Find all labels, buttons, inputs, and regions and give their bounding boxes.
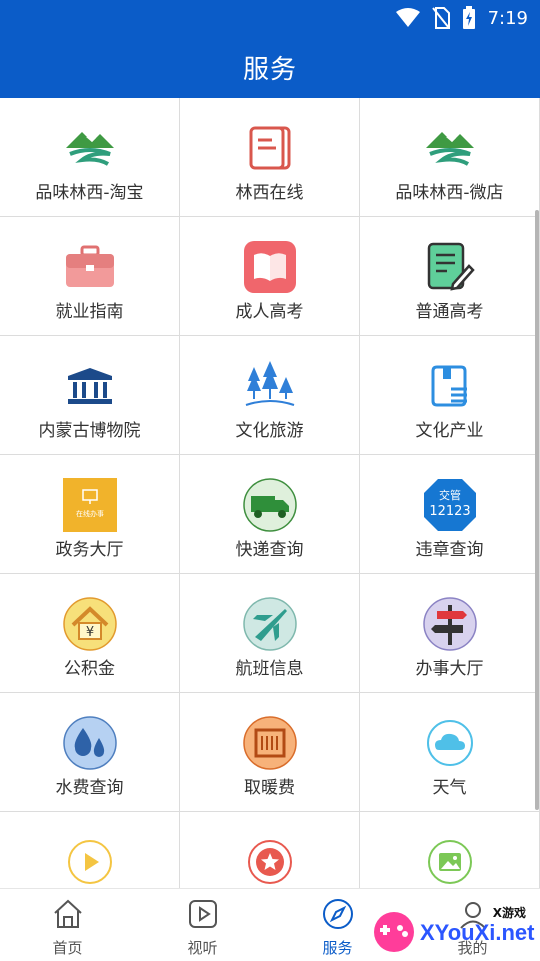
nav-label: 首页 [52, 939, 83, 957]
service-label: 公积金 [64, 659, 115, 679]
services-grid: 品味林西-淘宝 林西在线 品味林西-微店 就业指南 成人高考 普通高考 内蒙古博… [0, 98, 540, 888]
gamepad-logo-icon [374, 912, 414, 952]
svg-text:¥: ¥ [85, 625, 93, 640]
service-tile[interactable]: 天气 [360, 693, 539, 811]
heater-icon [242, 715, 298, 771]
service-tile[interactable]: 快递查询 [180, 455, 359, 573]
image-circle-icon [422, 834, 478, 888]
service-label: 内蒙古博物院 [38, 421, 141, 441]
house-yuan-icon: ¥ [62, 596, 118, 652]
service-label: 政务大厅 [55, 540, 124, 560]
service-label: 品味林西-淘宝 [35, 183, 144, 203]
mountain-logo-icon [422, 120, 478, 176]
delivery-truck-icon [242, 477, 298, 533]
news-doc-icon [242, 120, 298, 176]
service-label: 普通高考 [415, 302, 484, 322]
wifi-icon [395, 8, 420, 27]
nav-home[interactable]: 首页 [0, 889, 135, 961]
service-tile[interactable]: 成人高考 [180, 217, 359, 335]
service-label: 就业指南 [55, 302, 124, 322]
app-bar: 服务 [0, 36, 540, 98]
document-list-icon [422, 358, 478, 414]
service-tile[interactable]: 在线办事 政务大厅 [0, 455, 179, 573]
service-label: 办事大厅 [415, 659, 484, 679]
nav-label: 视听 [187, 939, 218, 957]
service-tile[interactable]: 就业指南 [0, 217, 179, 335]
service-label: 成人高考 [235, 302, 304, 322]
service-tile[interactable]: 林西在线 [180, 98, 359, 216]
traffic-badge-top: 交管 [439, 488, 461, 502]
scrollbar[interactable] [535, 210, 539, 810]
service-tile[interactable]: 办事大厅 [360, 574, 539, 692]
service-tile[interactable]: 取暖费 [180, 693, 359, 811]
traffic-badge-number: 12123 [429, 504, 470, 519]
service-label: 林西在线 [235, 183, 304, 203]
star-circle-icon [242, 834, 298, 888]
service-tile[interactable]: 普通高考 [360, 217, 539, 335]
watermark: X游戏 XYouXi.net [370, 902, 540, 960]
service-label: 天气 [432, 778, 467, 798]
water-drops-icon [62, 715, 118, 771]
no-sim-icon [431, 7, 450, 29]
traffic-12123-icon: 交管 12123 [422, 477, 478, 533]
signpost-icon [422, 596, 478, 652]
status-bar: 7:19 [0, 0, 540, 36]
open-book-icon [242, 239, 298, 295]
service-tile[interactable] [0, 812, 179, 888]
service-label: 品味林西-微店 [395, 183, 504, 203]
service-tile[interactable]: 品味林西-微店 [360, 98, 539, 216]
service-tile[interactable] [360, 812, 539, 888]
service-tile[interactable]: 文化产业 [360, 336, 539, 454]
exam-paper-icon [422, 239, 478, 295]
home-icon [53, 899, 82, 928]
service-tile[interactable]: 文化旅游 [180, 336, 359, 454]
nav-media[interactable]: 视听 [135, 889, 270, 961]
service-tile[interactable]: 内蒙古博物院 [0, 336, 179, 454]
service-tile[interactable]: 航班信息 [180, 574, 359, 692]
service-label: 快递查询 [235, 540, 304, 560]
service-tile[interactable]: ¥ 公积金 [0, 574, 179, 692]
service-label: 取暖费 [244, 778, 295, 798]
museum-icon [62, 358, 118, 414]
watermark-small-text: X游戏 [492, 906, 526, 920]
service-tile[interactable]: 交管 12123 违章查询 [360, 455, 539, 573]
service-tile[interactable]: 品味林西-淘宝 [0, 98, 179, 216]
play-square-icon [188, 900, 217, 928]
compass-icon [322, 899, 353, 929]
watermark-brand: XYouXi.net [420, 920, 535, 945]
airplane-icon [242, 596, 298, 652]
service-tile[interactable] [180, 812, 359, 888]
play-circle-icon [62, 834, 118, 888]
service-label: 水费查询 [55, 778, 124, 798]
service-label: 航班信息 [235, 659, 304, 679]
mountain-logo-icon [62, 120, 118, 176]
online-service-badge-text: 在线办事 [76, 509, 104, 518]
cloud-icon [422, 715, 478, 771]
service-label: 违章查询 [415, 540, 484, 560]
trees-icon [242, 358, 298, 414]
page-title: 服务 [242, 54, 297, 85]
clock: 7:19 [487, 7, 528, 29]
battery-icon [462, 6, 475, 29]
service-label: 文化旅游 [235, 421, 304, 441]
service-label: 文化产业 [415, 421, 484, 441]
briefcase-icon [62, 239, 118, 295]
online-service-icon: 在线办事 [62, 477, 118, 533]
service-tile[interactable]: 水费查询 [0, 693, 179, 811]
